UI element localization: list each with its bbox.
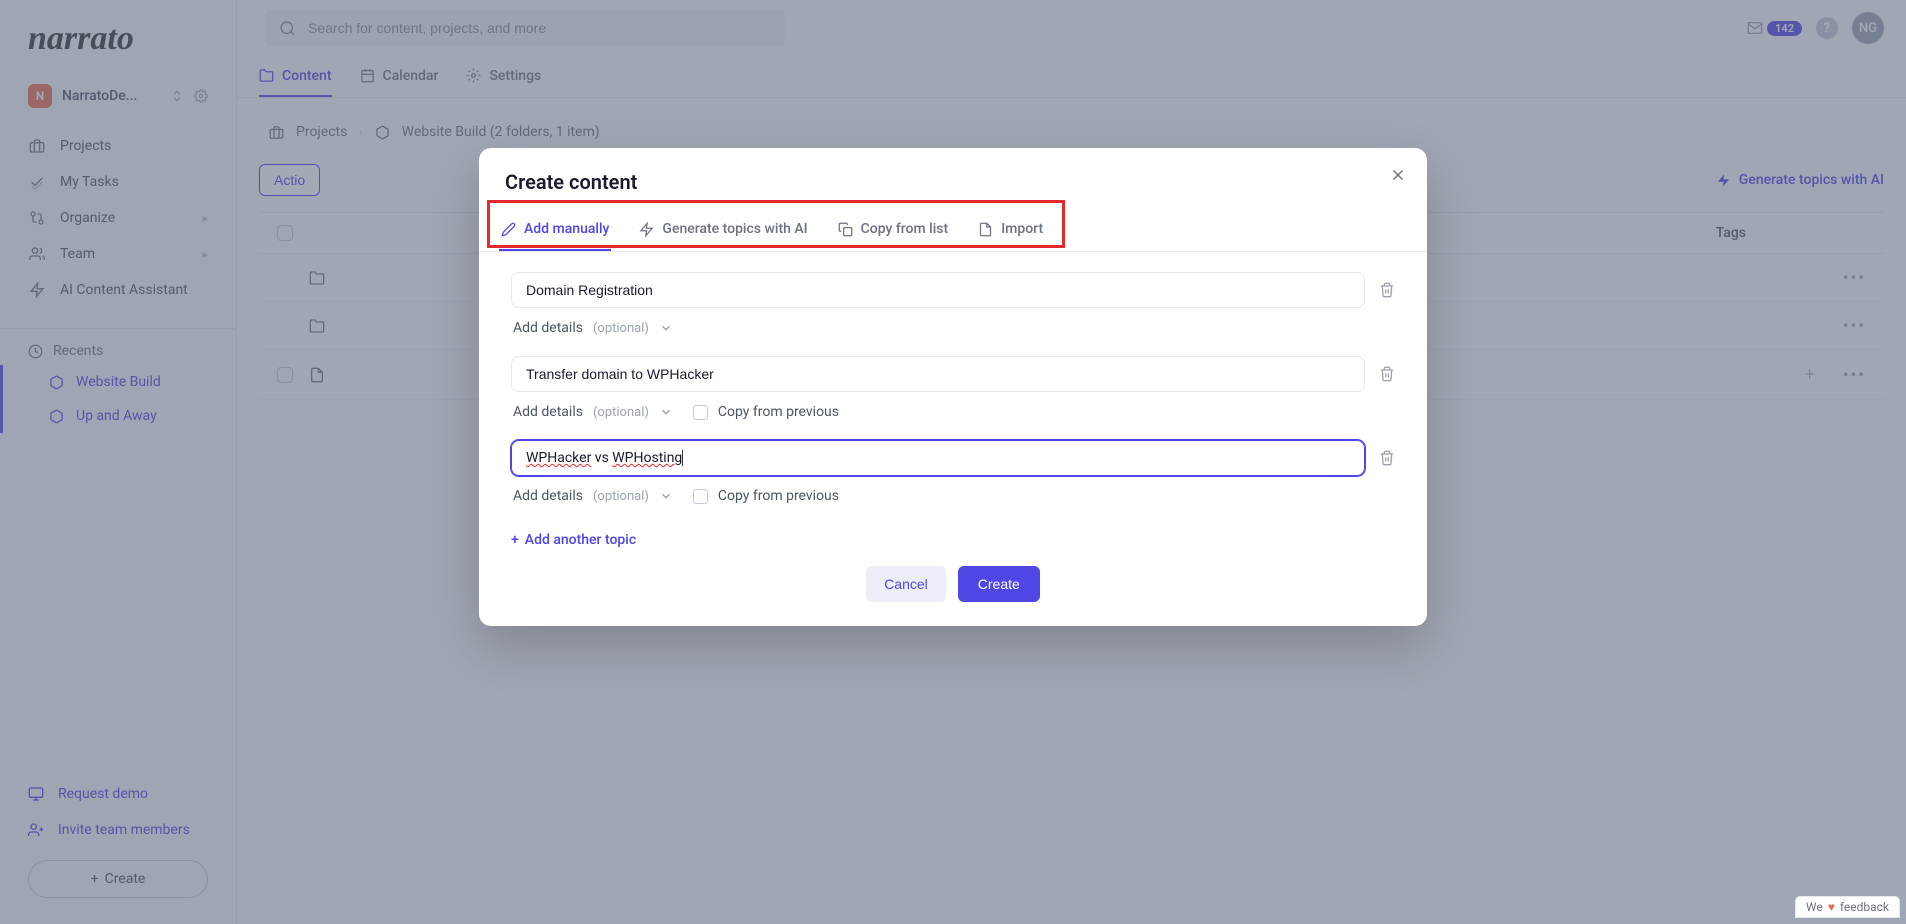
modal-tab-ai[interactable]: Generate topics with AI	[637, 210, 809, 251]
chevron-down-icon[interactable]	[659, 321, 673, 335]
modal-title: Create content	[505, 170, 1401, 194]
copy-icon	[838, 222, 853, 237]
plus-icon: +	[511, 532, 519, 548]
trash-icon[interactable]	[1379, 282, 1395, 298]
checkbox-icon[interactable]	[693, 405, 708, 420]
cancel-button[interactable]: Cancel	[866, 566, 946, 602]
heart-icon: ♥	[1828, 900, 1835, 914]
chevron-down-icon[interactable]	[659, 489, 673, 503]
create-submit-button[interactable]: Create	[958, 566, 1040, 602]
topic-input-1[interactable]	[511, 272, 1365, 308]
add-details-toggle[interactable]: Add details	[513, 404, 583, 420]
modal-tab-copy[interactable]: Copy from list	[836, 210, 951, 251]
modal-tab-manual[interactable]: Add manually	[499, 210, 611, 251]
modal-tab-import[interactable]: Import	[976, 210, 1045, 251]
checkbox-icon[interactable]	[693, 489, 708, 504]
copy-from-previous[interactable]: Copy from previous	[693, 488, 839, 504]
add-another-topic-button[interactable]: + Add another topic	[511, 532, 636, 548]
modal-overlay: Create content Add manually Generate top…	[0, 0, 1906, 924]
chevron-down-icon[interactable]	[659, 405, 673, 419]
add-details-toggle[interactable]: Add details	[513, 320, 583, 336]
close-button[interactable]	[1389, 166, 1407, 184]
trash-icon[interactable]	[1379, 450, 1395, 466]
create-content-modal: Create content Add manually Generate top…	[479, 148, 1427, 626]
lightning-icon	[639, 222, 654, 237]
add-details-toggle[interactable]: Add details	[513, 488, 583, 504]
topic-input-3[interactable]: WPHacker vs WPHosting	[511, 440, 1365, 476]
pencil-icon	[501, 222, 516, 237]
trash-icon[interactable]	[1379, 366, 1395, 382]
topic-input-2[interactable]	[511, 356, 1365, 392]
file-icon	[978, 222, 993, 237]
feedback-widget[interactable]: We ♥ feedback	[1795, 896, 1900, 918]
copy-from-previous[interactable]: Copy from previous	[693, 404, 839, 420]
